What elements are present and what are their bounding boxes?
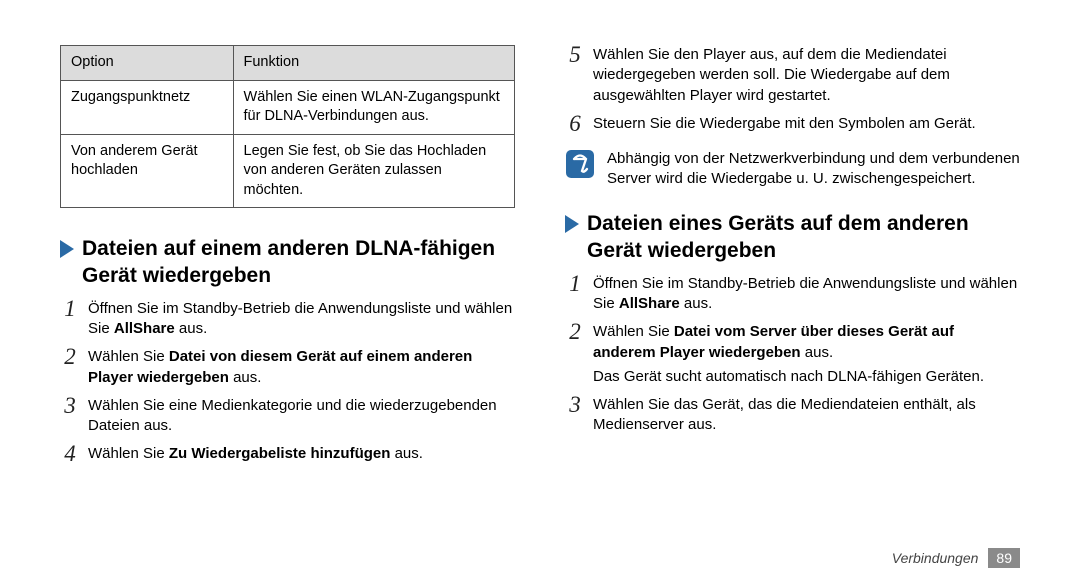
step-text: Wählen Sie den Player aus, auf dem die M…: [593, 45, 1020, 106]
step-item: 5 Wählen Sie den Player aus, auf dem die…: [565, 45, 1020, 106]
header-function: Funktion: [233, 46, 514, 81]
step-number: 2: [565, 320, 585, 343]
step-text: Wählen Sie Datei vom Server über dieses …: [593, 322, 1020, 387]
page-body: Option Funktion Zugangspunktnetz Wählen …: [0, 0, 1080, 503]
step-text: Öffnen Sie im Standby-Betrieb die Anwend…: [88, 299, 515, 340]
footer-page-number: 89: [988, 548, 1020, 568]
step-item: 4 Wählen Sie Zu Wiedergabeliste hinzufüg…: [60, 444, 515, 465]
step-number: 4: [60, 442, 80, 465]
section-heading: Dateien auf einem anderen DLNA-fähigen G…: [60, 236, 515, 289]
header-option: Option: [61, 46, 234, 81]
step-item: 3 Wählen Sie eine Medienkategorie und di…: [60, 396, 515, 437]
arrow-icon: [565, 215, 579, 233]
step-number: 3: [60, 394, 80, 417]
table-row: Zugangspunktnetz Wählen Sie einen WLAN-Z…: [61, 80, 515, 134]
step-text: Steuern Sie die Wiedergabe mit den Symbo…: [593, 114, 1020, 134]
cell-function: Wählen Sie einen WLAN-Zugangspunkt für D…: [233, 80, 514, 134]
step-text: Öffnen Sie im Standby-Betrieb die Anwend…: [593, 274, 1020, 315]
page-footer: Verbindungen 89: [892, 548, 1020, 568]
note-block: Abhängig von der Netzwerkverbindung und …: [565, 149, 1020, 190]
step-number: 3: [565, 393, 585, 416]
step-item: 2 Wählen Sie Datei vom Server über diese…: [565, 322, 1020, 387]
step-number: 5: [565, 43, 585, 66]
note-text: Abhängig von der Netzwerkverbindung und …: [607, 149, 1020, 190]
step-text: Wählen Sie das Gerät, das die Mediendate…: [593, 395, 1020, 436]
footer-section-label: Verbindungen: [892, 550, 979, 566]
step-text: Wählen Sie Datei von diesem Gerät auf ei…: [88, 347, 515, 388]
options-table: Option Funktion Zugangspunktnetz Wählen …: [60, 45, 515, 208]
right-column: 5 Wählen Sie den Player aus, auf dem die…: [565, 45, 1020, 473]
step-number: 6: [565, 112, 585, 135]
table-header-row: Option Funktion: [61, 46, 515, 81]
step-item: 2 Wählen Sie Datei von diesem Gerät auf …: [60, 347, 515, 388]
step-number: 2: [60, 345, 80, 368]
section-heading: Dateien eines Geräts auf dem anderen Ger…: [565, 211, 1020, 264]
info-icon: [565, 149, 595, 179]
step-item: 6 Steuern Sie die Wiedergabe mit den Sym…: [565, 114, 1020, 135]
step-item: 3 Wählen Sie das Gerät, das die Medienda…: [565, 395, 1020, 436]
step-text: Wählen Sie Zu Wiedergabeliste hinzufügen…: [88, 444, 515, 464]
left-column: Option Funktion Zugangspunktnetz Wählen …: [60, 45, 515, 473]
cell-function: Legen Sie fest, ob Sie das Hochladen von…: [233, 134, 514, 208]
step-item: 1 Öffnen Sie im Standby-Betrieb die Anwe…: [60, 299, 515, 340]
step-text: Wählen Sie eine Medienkategorie und die …: [88, 396, 515, 437]
table-row: Von anderem Gerät hochladen Legen Sie fe…: [61, 134, 515, 208]
section-title: Dateien auf einem anderen DLNA-fähigen G…: [82, 236, 515, 289]
section-title: Dateien eines Geräts auf dem anderen Ger…: [587, 211, 1020, 264]
cell-option: Von anderem Gerät hochladen: [61, 134, 234, 208]
step-number: 1: [565, 272, 585, 295]
step-number: 1: [60, 297, 80, 320]
cell-option: Zugangspunktnetz: [61, 80, 234, 134]
arrow-icon: [60, 240, 74, 258]
step-item: 1 Öffnen Sie im Standby-Betrieb die Anwe…: [565, 274, 1020, 315]
